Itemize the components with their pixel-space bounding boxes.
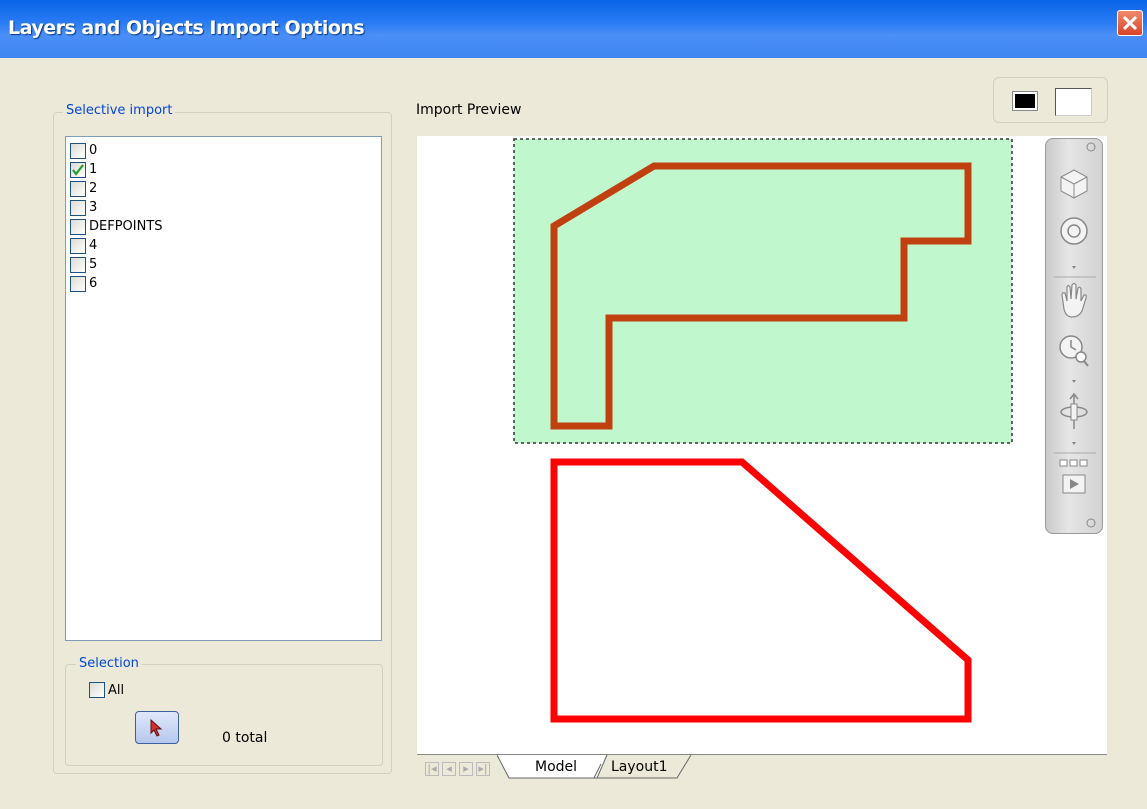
chevron-down-icon[interactable] <box>1072 266 1076 269</box>
navbar-close-icon[interactable] <box>1086 142 1096 152</box>
layer-row[interactable]: 4 <box>66 236 381 255</box>
layout-tabs: |◂ ◂ ▸ ▸| Model Layout1 <box>417 754 1107 780</box>
total-count: 0 total <box>222 730 268 746</box>
layer-label: 0 <box>89 143 98 158</box>
navbar-icons <box>1054 142 1096 528</box>
title-bar: Layers and Objects Import Options <box>0 0 1147 58</box>
shape-outline[interactable] <box>550 458 972 723</box>
chevron-down-icon[interactable] <box>1072 380 1076 383</box>
selection-legend: Selection <box>76 656 142 671</box>
navbar-options-icon[interactable] <box>1086 518 1096 528</box>
select-all-checkbox[interactable]: All <box>89 682 124 698</box>
pan-icon[interactable] <box>1061 282 1087 318</box>
white-background-button[interactable] <box>1055 88 1092 116</box>
layer-list[interactable]: 0 1 2 3 DEFPOINTS 4 5 6 <box>65 136 382 641</box>
layer-label: DEFPOINTS <box>89 219 163 234</box>
layer-label: 1 <box>89 162 98 177</box>
tab-model[interactable]: Model <box>535 759 577 775</box>
preview-drawing <box>513 138 1013 723</box>
close-icon <box>1123 16 1137 30</box>
layer-checkbox[interactable] <box>70 142 86 159</box>
steering-wheel-icon[interactable] <box>1060 217 1088 245</box>
navigation-bar <box>1045 138 1103 534</box>
layer-checkbox[interactable] <box>70 180 86 197</box>
layer-label: 5 <box>89 257 98 272</box>
selection-group <box>65 664 383 766</box>
layer-row[interactable]: 1 <box>66 160 381 179</box>
showmotion-icon[interactable] <box>1059 459 1088 494</box>
orbit-icon[interactable] <box>1060 392 1088 429</box>
layer-row[interactable]: 6 <box>66 274 381 293</box>
zoom-icon[interactable] <box>1059 335 1089 367</box>
tab-layout1[interactable]: Layout1 <box>611 759 668 775</box>
selection-highlight <box>513 138 1013 444</box>
black-background-button[interactable] <box>1012 91 1038 111</box>
layer-row[interactable]: 3 <box>66 198 381 217</box>
layer-checkbox[interactable] <box>70 256 86 273</box>
select-all-label: All <box>108 682 125 698</box>
pick-cursor-icon <box>150 719 163 737</box>
select-objects-button[interactable] <box>135 711 179 744</box>
layer-row[interactable]: 5 <box>66 255 381 274</box>
layer-label: 6 <box>89 276 98 291</box>
layer-checkbox[interactable] <box>70 218 86 235</box>
layer-label: 4 <box>89 238 98 253</box>
layer-checkbox[interactable] <box>70 199 86 216</box>
preview-label: Import Preview <box>416 102 522 118</box>
layer-label: 3 <box>89 200 98 215</box>
chevron-down-icon[interactable] <box>1072 442 1076 445</box>
layer-checkbox[interactable] <box>70 161 86 178</box>
last-tab-button[interactable]: ▸| <box>476 762 490 776</box>
select-all-box[interactable] <box>89 682 105 698</box>
layer-label: 2 <box>89 181 98 196</box>
view-cube-icon[interactable] <box>1060 169 1088 199</box>
prev-tab-button[interactable]: ◂ <box>442 762 456 776</box>
import-preview-canvas[interactable] <box>417 136 1107 754</box>
layer-checkbox[interactable] <box>70 237 86 254</box>
close-button[interactable] <box>1117 10 1143 36</box>
layer-row[interactable]: 0 <box>66 141 381 160</box>
window-title: Layers and Objects Import Options <box>8 17 365 39</box>
checkmark-icon <box>72 163 84 176</box>
layer-row[interactable]: 2 <box>66 179 381 198</box>
selective-import-legend: Selective import <box>63 103 176 118</box>
first-tab-button[interactable]: |◂ <box>425 762 439 776</box>
next-tab-button[interactable]: ▸ <box>459 762 473 776</box>
layer-checkbox[interactable] <box>70 275 86 292</box>
layer-row[interactable]: DEFPOINTS <box>66 217 381 236</box>
